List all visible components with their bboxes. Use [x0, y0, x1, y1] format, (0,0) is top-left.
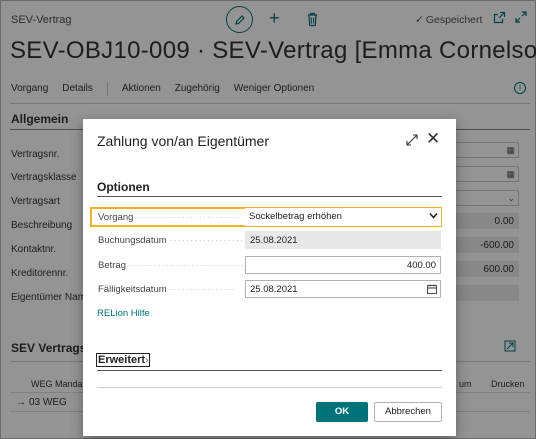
vorgang-select[interactable]: Sockelbetrag erhöhen: [245, 208, 441, 226]
chevron-down-icon: [429, 212, 438, 219]
faelligkeitsdatum-value: 25.08.2021: [250, 284, 298, 295]
expand-icon[interactable]: [406, 134, 418, 146]
ok-button[interactable]: OK: [316, 402, 368, 422]
faelligkeitsdatum-label: Fälligkeitsdatum ················: [98, 284, 236, 295]
calendar-icon[interactable]: [427, 284, 437, 294]
payment-dialog: Zahlung von/an Eigentümer ✕ Optionen Vor…: [83, 119, 456, 436]
vorgang-label: Vorgang ·························: [98, 212, 241, 223]
betrag-label: Betrag ····························: [98, 260, 246, 271]
help-link[interactable]: RELion Hilfe: [97, 308, 150, 319]
buchungsdatum-label: Buchungsdatum ···················: [98, 235, 248, 246]
options-heading[interactable]: Optionen: [97, 180, 150, 194]
faelligkeitsdatum-row: Fälligkeitsdatum ················ 25.08.…: [91, 280, 441, 300]
betrag-input[interactable]: 400.00: [245, 256, 441, 274]
dialog-title: Zahlung von/an Eigentümer: [97, 133, 269, 149]
faelligkeitsdatum-input[interactable]: 25.08.2021: [245, 280, 441, 298]
close-icon[interactable]: ✕: [426, 130, 440, 147]
divider: [97, 370, 442, 371]
buchungsdatum-field: 25.08.2021: [245, 231, 441, 249]
divider: [97, 196, 442, 197]
footer-divider: [97, 387, 442, 388]
cancel-button[interactable]: Abbrechen: [374, 402, 442, 422]
vorgang-value: Sockelbetrag erhöhen: [249, 211, 342, 222]
vorgang-row: Vorgang ························· Sockel…: [90, 207, 442, 227]
chevron-right-icon: ›: [145, 355, 149, 366]
buchungsdatum-row: Buchungsdatum ··················· 25.08.…: [91, 231, 441, 251]
betrag-row: Betrag ···························· 400.…: [91, 256, 441, 276]
advanced-heading[interactable]: Erweitert›: [95, 353, 151, 367]
